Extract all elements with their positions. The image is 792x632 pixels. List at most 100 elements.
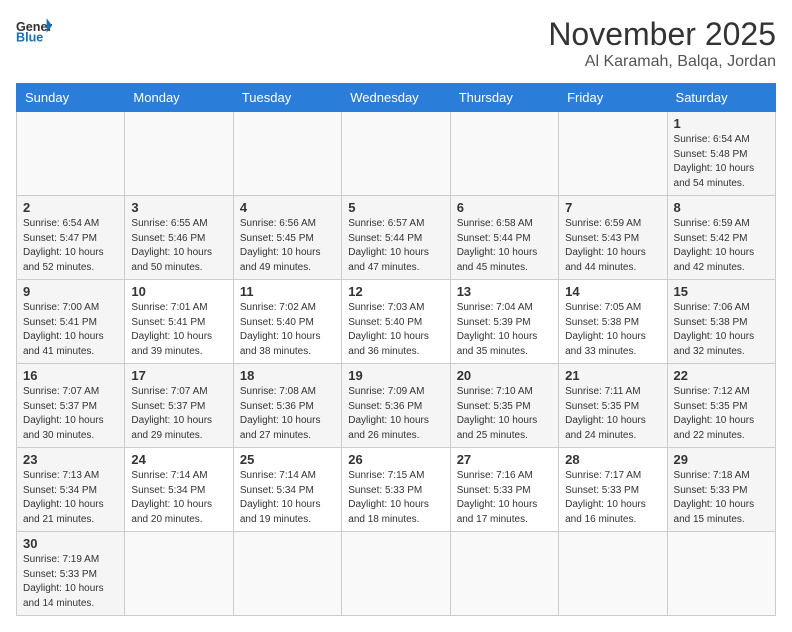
- calendar-cell: [559, 112, 667, 196]
- day-number: 15: [674, 284, 769, 299]
- day-number: 23: [23, 452, 118, 467]
- calendar-cell: 28 Sunrise: 7:17 AM Sunset: 5:33 PM Dayli…: [559, 448, 667, 532]
- calendar-cell: 16 Sunrise: 7:07 AM Sunset: 5:37 PM Dayli…: [17, 364, 125, 448]
- day-number: 20: [457, 368, 552, 383]
- day-info: Sunrise: 7:14 AM Sunset: 5:34 PM Dayligh…: [131, 469, 226, 527]
- weekday-header-sunday: Sunday: [17, 84, 125, 112]
- calendar-cell: 27 Sunrise: 7:16 AM Sunset: 5:33 PM Dayli…: [450, 448, 558, 532]
- calendar-cell: 2 Sunrise: 6:54 AM Sunset: 5:47 PM Daylig…: [17, 196, 125, 280]
- day-number: 24: [131, 452, 226, 467]
- day-number: 17: [131, 368, 226, 383]
- day-info: Sunrise: 6:59 AM Sunset: 5:43 PM Dayligh…: [565, 217, 660, 275]
- day-number: 25: [240, 452, 335, 467]
- calendar-cell: 19 Sunrise: 7:09 AM Sunset: 5:36 PM Dayli…: [342, 364, 450, 448]
- day-number: 19: [348, 368, 443, 383]
- day-number: 1: [674, 116, 769, 131]
- calendar-cell: [559, 532, 667, 616]
- logo-icon: General Blue: [16, 16, 52, 44]
- day-number: 21: [565, 368, 660, 383]
- day-info: Sunrise: 6:55 AM Sunset: 5:46 PM Dayligh…: [131, 217, 226, 275]
- day-info: Sunrise: 6:56 AM Sunset: 5:45 PM Dayligh…: [240, 217, 335, 275]
- calendar-cell: 13Sunrise: 7:04 AM Sunset: 5:39 PM Dayli…: [450, 280, 558, 364]
- calendar-cell: 17 Sunrise: 7:07 AM Sunset: 5:37 PM Dayli…: [125, 364, 233, 448]
- day-number: 7: [565, 200, 660, 215]
- day-number: 8: [674, 200, 769, 215]
- day-number: 22: [674, 368, 769, 383]
- calendar-cell: 20Sunrise: 7:10 AM Sunset: 5:35 PM Dayli…: [450, 364, 558, 448]
- calendar-cell: 5Sunrise: 6:57 AM Sunset: 5:44 PM Daylig…: [342, 196, 450, 280]
- day-info: Sunrise: 7:12 AM Sunset: 5:35 PM Dayligh…: [674, 385, 769, 443]
- day-info: Sunrise: 7:17 AM Sunset: 5:33 PM Dayligh…: [565, 469, 660, 527]
- calendar-cell: 10 Sunrise: 7:01 AM Sunset: 5:41 PM Dayli…: [125, 280, 233, 364]
- day-info: Sunrise: 7:09 AM Sunset: 5:36 PM Dayligh…: [348, 385, 443, 443]
- day-info: Sunrise: 7:13 AM Sunset: 5:34 PM Dayligh…: [23, 469, 118, 527]
- day-number: 16: [23, 368, 118, 383]
- title-area: November 2025 Al Karamah, Balqa, Jordan: [548, 16, 776, 71]
- calendar-cell: 23 Sunrise: 7:13 AM Sunset: 5:34 PM Dayli…: [17, 448, 125, 532]
- day-number: 11: [240, 284, 335, 299]
- weekday-header-row: SundayMondayTuesdayWednesdayThursdayFrid…: [17, 84, 776, 112]
- calendar-cell: 24 Sunrise: 7:14 AM Sunset: 5:34 PM Dayli…: [125, 448, 233, 532]
- day-info: Sunrise: 7:19 AM Sunset: 5:33 PM Dayligh…: [23, 553, 118, 611]
- logo: General Blue: [16, 16, 52, 44]
- calendar-cell: 14Sunrise: 7:05 AM Sunset: 5:38 PM Dayli…: [559, 280, 667, 364]
- day-number: 26: [348, 452, 443, 467]
- calendar-cell: [667, 532, 775, 616]
- calendar-cell: [125, 532, 233, 616]
- calendar-cell: 11 Sunrise: 7:02 AM Sunset: 5:40 PM Dayli…: [233, 280, 341, 364]
- day-info: Sunrise: 6:54 AM Sunset: 5:47 PM Dayligh…: [23, 217, 118, 275]
- location: Al Karamah, Balqa, Jordan: [548, 53, 776, 71]
- calendar-cell: 8Sunrise: 6:59 AM Sunset: 5:42 PM Daylig…: [667, 196, 775, 280]
- calendar-cell: [233, 112, 341, 196]
- weekday-header-friday: Friday: [559, 84, 667, 112]
- day-number: 14: [565, 284, 660, 299]
- calendar-cell: 7 Sunrise: 6:59 AM Sunset: 5:43 PM Daylig…: [559, 196, 667, 280]
- day-info: Sunrise: 7:04 AM Sunset: 5:39 PM Dayligh…: [457, 301, 552, 359]
- calendar-table: SundayMondayTuesdayWednesdayThursdayFrid…: [16, 83, 776, 616]
- day-info: Sunrise: 6:54 AM Sunset: 5:48 PM Dayligh…: [674, 133, 769, 191]
- day-number: 5: [348, 200, 443, 215]
- calendar-cell: [342, 112, 450, 196]
- day-number: 30: [23, 536, 118, 551]
- day-info: Sunrise: 7:01 AM Sunset: 5:41 PM Dayligh…: [131, 301, 226, 359]
- calendar-cell: 26 Sunrise: 7:15 AM Sunset: 5:33 PM Dayli…: [342, 448, 450, 532]
- calendar-cell: [342, 532, 450, 616]
- day-number: 28: [565, 452, 660, 467]
- day-info: Sunrise: 7:15 AM Sunset: 5:33 PM Dayligh…: [348, 469, 443, 527]
- day-info: Sunrise: 7:07 AM Sunset: 5:37 PM Dayligh…: [23, 385, 118, 443]
- day-number: 18: [240, 368, 335, 383]
- weekday-header-wednesday: Wednesday: [342, 84, 450, 112]
- calendar-cell: 29Sunrise: 7:18 AM Sunset: 5:33 PM Dayli…: [667, 448, 775, 532]
- weekday-header-thursday: Thursday: [450, 84, 558, 112]
- calendar-cell: 9Sunrise: 7:00 AM Sunset: 5:41 PM Daylig…: [17, 280, 125, 364]
- day-info: Sunrise: 7:14 AM Sunset: 5:34 PM Dayligh…: [240, 469, 335, 527]
- calendar-week-row: 2 Sunrise: 6:54 AM Sunset: 5:47 PM Daylig…: [17, 196, 776, 280]
- day-number: 12: [348, 284, 443, 299]
- day-info: Sunrise: 7:07 AM Sunset: 5:37 PM Dayligh…: [131, 385, 226, 443]
- calendar-cell: 15Sunrise: 7:06 AM Sunset: 5:38 PM Dayli…: [667, 280, 775, 364]
- day-info: Sunrise: 7:11 AM Sunset: 5:35 PM Dayligh…: [565, 385, 660, 443]
- calendar-week-row: 1 Sunrise: 6:54 AM Sunset: 5:48 PM Daylig…: [17, 112, 776, 196]
- weekday-header-monday: Monday: [125, 84, 233, 112]
- svg-text:Blue: Blue: [16, 31, 43, 44]
- day-info: Sunrise: 7:03 AM Sunset: 5:40 PM Dayligh…: [348, 301, 443, 359]
- day-number: 6: [457, 200, 552, 215]
- day-number: 27: [457, 452, 552, 467]
- calendar-cell: 18 Sunrise: 7:08 AM Sunset: 5:36 PM Dayli…: [233, 364, 341, 448]
- calendar-cell: [17, 112, 125, 196]
- day-info: Sunrise: 7:02 AM Sunset: 5:40 PM Dayligh…: [240, 301, 335, 359]
- calendar-cell: 6 Sunrise: 6:58 AM Sunset: 5:44 PM Daylig…: [450, 196, 558, 280]
- day-number: 10: [131, 284, 226, 299]
- calendar-week-row: 23 Sunrise: 7:13 AM Sunset: 5:34 PM Dayli…: [17, 448, 776, 532]
- day-number: 29: [674, 452, 769, 467]
- day-number: 2: [23, 200, 118, 215]
- day-number: 3: [131, 200, 226, 215]
- month-title: November 2025: [548, 16, 776, 53]
- calendar-cell: [450, 532, 558, 616]
- day-info: Sunrise: 7:16 AM Sunset: 5:33 PM Dayligh…: [457, 469, 552, 527]
- day-info: Sunrise: 7:08 AM Sunset: 5:36 PM Dayligh…: [240, 385, 335, 443]
- calendar-week-row: 16 Sunrise: 7:07 AM Sunset: 5:37 PM Dayli…: [17, 364, 776, 448]
- day-info: Sunrise: 6:58 AM Sunset: 5:44 PM Dayligh…: [457, 217, 552, 275]
- calendar-cell: 12 Sunrise: 7:03 AM Sunset: 5:40 PM Dayli…: [342, 280, 450, 364]
- day-number: 4: [240, 200, 335, 215]
